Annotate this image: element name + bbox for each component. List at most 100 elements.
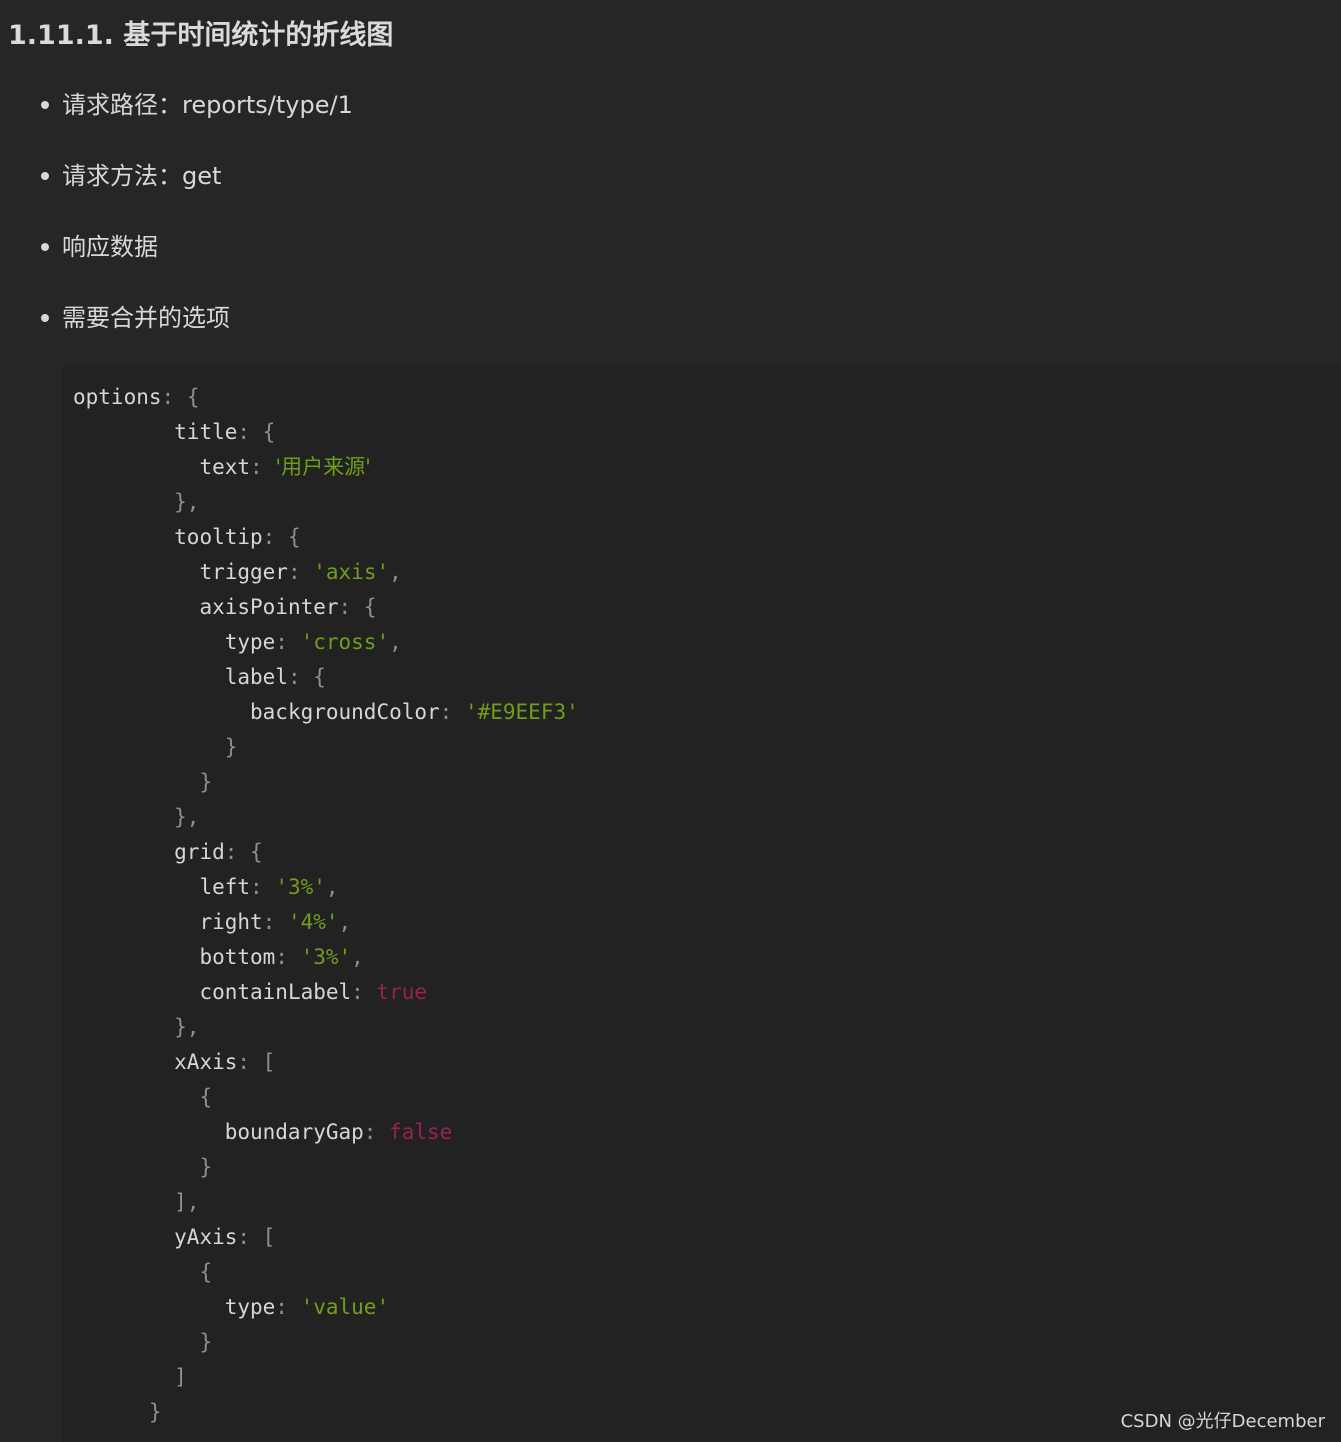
code-token: true <box>376 980 428 1004</box>
code-token: trigger <box>199 560 288 584</box>
code-line: label: { <box>73 660 579 695</box>
code-token: : <box>351 980 377 1004</box>
code-token: [ <box>262 1050 276 1074</box>
code-token: [ <box>262 1225 276 1249</box>
list-item-text: 请求方法：get <box>62 162 222 190</box>
code-token: : <box>275 630 301 654</box>
list-item-request-path: 请求路径：reports/type/1 <box>40 83 353 127</box>
code-token: , <box>389 630 402 654</box>
code-line: right: '4%', <box>73 905 579 940</box>
code-token: containLabel <box>199 980 352 1004</box>
code-line: } <box>73 1395 579 1430</box>
code-line: text: '用户来源' <box>73 450 579 485</box>
code-token: ], <box>174 1190 200 1214</box>
code-token: yAxis <box>174 1225 238 1249</box>
code-token: }, <box>174 805 200 829</box>
code-token: : <box>363 1120 390 1144</box>
code-token: : <box>275 1295 301 1319</box>
code-token: tooltip <box>174 525 263 549</box>
code-token: : <box>237 1050 263 1074</box>
code-token: '3%' <box>275 875 326 899</box>
code-token: left <box>199 875 251 899</box>
bullet-dot-icon <box>41 101 49 109</box>
code-token: '用户来源' <box>275 455 371 479</box>
code-token: : <box>250 875 276 899</box>
list-item-text: 请求路径：reports/type/1 <box>62 91 353 119</box>
code-line: boundaryGap: false <box>73 1115 579 1150</box>
code-token: : <box>161 385 187 409</box>
code-line: } <box>73 730 579 765</box>
code-line: type: 'value' <box>73 1290 579 1325</box>
code-token: '4%' <box>287 910 339 934</box>
code-token: } <box>199 1155 213 1179</box>
code-line: axisPointer: { <box>73 590 579 625</box>
code-line: } <box>73 765 579 800</box>
code-line: type: 'cross', <box>73 625 579 660</box>
code-token: , <box>389 560 402 584</box>
code-line: left: '3%', <box>73 870 579 905</box>
list-item-response-data: 响应数据 <box>40 225 353 269</box>
code-token: bottom <box>199 945 276 969</box>
code-line: tooltip: { <box>73 520 579 555</box>
code-token: { <box>287 525 301 549</box>
code-line: { <box>73 1255 579 1290</box>
code-line: trigger: 'axis', <box>73 555 579 590</box>
code-line: } <box>73 1325 579 1360</box>
code-token: : <box>287 560 314 584</box>
code-token: : <box>275 945 301 969</box>
code-token: { <box>313 665 326 689</box>
code-block[interactable]: options: { title: { text: '用户来源' }, tool… <box>63 366 1341 1442</box>
code-line: xAxis: [ <box>73 1045 579 1080</box>
code-line: }, <box>73 1010 579 1045</box>
code-token: { <box>199 1085 213 1109</box>
list-item-request-method: 请求方法：get <box>40 154 353 198</box>
code-token: ] <box>174 1365 187 1389</box>
bullet-dot-icon <box>41 172 49 180</box>
code-line: } <box>73 1150 579 1185</box>
code-token: options <box>73 385 162 409</box>
code-token: : <box>338 595 364 619</box>
code-line: ] <box>73 1360 579 1395</box>
code-line: { <box>73 1080 579 1115</box>
csdn-watermark: CSDN @光仔December <box>1120 1411 1325 1432</box>
code-token: label <box>224 665 288 689</box>
code-token: { <box>186 385 200 409</box>
code-line: containLabel: true <box>73 975 579 1010</box>
code-token: 'value' <box>300 1295 390 1319</box>
code-token: } <box>199 1330 213 1354</box>
code-line: bottom: '3%', <box>73 940 579 975</box>
code-token: backgroundColor <box>250 700 440 724</box>
code-line: yAxis: [ <box>73 1220 579 1255</box>
code-token: }, <box>174 490 200 514</box>
code-token: '#E9EEF3' <box>464 700 579 724</box>
code-token: : <box>287 665 314 689</box>
code-token: grid <box>174 840 225 864</box>
code-token: } <box>148 1400 162 1424</box>
code-token: title <box>174 420 238 444</box>
code-token: { <box>363 595 377 619</box>
code-line: grid: { <box>73 835 579 870</box>
code-token: : <box>237 420 263 444</box>
code-token: : <box>237 1225 263 1249</box>
code-line: backgroundColor: '#E9EEF3' <box>73 695 579 730</box>
list-item-text: 响应数据 <box>62 233 158 261</box>
